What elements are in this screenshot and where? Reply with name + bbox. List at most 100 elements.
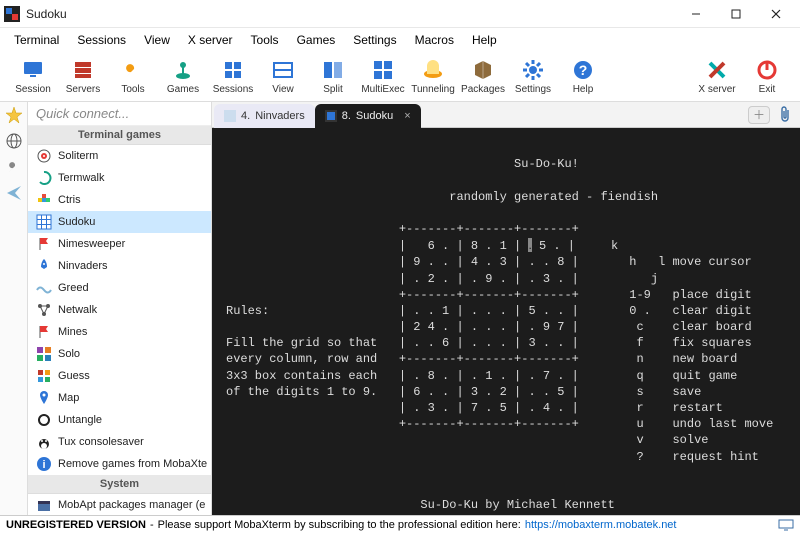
flag-icon: [36, 324, 52, 340]
menu-terminal[interactable]: Terminal: [6, 30, 67, 50]
sidebar-item-untangle[interactable]: Untangle: [28, 409, 211, 431]
sidebar-item-sudoku[interactable]: Sudoku: [28, 211, 211, 233]
sidebar-item-greed[interactable]: Greed: [28, 277, 211, 299]
toolbar-split[interactable]: Split: [308, 56, 358, 97]
toolbar-sessions[interactable]: Sessions: [208, 56, 258, 97]
toolbar-packages[interactable]: Packages: [458, 56, 508, 97]
toolbar-label: Tools: [121, 84, 144, 95]
status-monitor-icon[interactable]: [778, 519, 794, 531]
sidebar-item-solo[interactable]: Solo: [28, 343, 211, 365]
sidebar-item-label: Ctris: [58, 194, 81, 206]
toolbar-exit[interactable]: Exit: [742, 56, 792, 97]
sidebar-item-guess[interactable]: Guess: [28, 365, 211, 387]
toolbar-view[interactable]: View: [258, 56, 308, 97]
sidebar-item-label: Guess: [58, 370, 90, 382]
wave-icon: [36, 280, 52, 296]
status-link[interactable]: https://mobaxterm.mobatek.net: [525, 519, 677, 531]
window-title: Sudoku: [26, 7, 676, 21]
sidebar-item-ninvaders[interactable]: Ninvaders: [28, 255, 211, 277]
status-bar: UNREGISTERED VERSION - Please support Mo…: [0, 515, 800, 533]
toolbar-x-server[interactable]: X server: [692, 56, 742, 97]
sidebar-item-map[interactable]: Map: [28, 387, 211, 409]
menu-x-server[interactable]: X server: [180, 30, 241, 50]
minimize-button[interactable]: [676, 0, 716, 28]
wrench-icon[interactable]: [5, 158, 23, 176]
title-bar: Sudoku: [0, 0, 800, 28]
quick-connect-input[interactable]: Quick connect...: [28, 102, 211, 126]
tab-close-icon[interactable]: ×: [404, 110, 410, 122]
toolbar-tunneling[interactable]: Tunneling: [408, 56, 458, 97]
x-icon: [705, 58, 729, 82]
sidebar-item-remove-games-from-mobaxte[interactable]: iRemove games from MobaXte: [28, 453, 211, 475]
toolbar-label: Session: [15, 84, 51, 95]
star-icon[interactable]: [5, 106, 23, 124]
menu-games[interactable]: Games: [289, 30, 344, 50]
maximize-button[interactable]: [716, 0, 756, 28]
sidebar-item-label: Untangle: [58, 414, 102, 426]
menu-help[interactable]: Help: [464, 30, 505, 50]
sidebar-item-label: Soliterm: [58, 150, 98, 162]
sidebar-item-soliterm[interactable]: Soliterm: [28, 145, 211, 167]
sidebar-item-mines[interactable]: Mines: [28, 321, 211, 343]
tab-sudoku[interactable]: 8. Sudoku ×: [315, 104, 421, 128]
menu-sessions[interactable]: Sessions: [69, 30, 134, 50]
grid9-icon: [36, 214, 52, 230]
tab-ninvaders[interactable]: 4. Ninvaders: [214, 104, 315, 128]
toolbar-multiexec[interactable]: MultiExec: [358, 56, 408, 97]
toolbar-games[interactable]: Games: [158, 56, 208, 97]
globe-icon[interactable]: [5, 132, 23, 150]
info-icon: i: [36, 456, 52, 472]
toolbar-session[interactable]: Session: [8, 56, 58, 97]
menu-view[interactable]: View: [136, 30, 178, 50]
gear-icon: [521, 58, 545, 82]
new-tab-button[interactable]: ＋: [748, 106, 770, 124]
sidebar-item-ctris[interactable]: Ctris: [28, 189, 211, 211]
ring-icon: [36, 412, 52, 428]
tab-bar: 4. Ninvaders 8. Sudoku × ＋: [212, 102, 800, 128]
sidebar-item-mobapt-packages-manager-e[interactable]: MobApt packages manager (e: [28, 494, 211, 515]
toolbar-label: View: [272, 84, 294, 95]
sidebar-item-termwalk[interactable]: Termwalk: [28, 167, 211, 189]
tab-label: Sudoku: [356, 110, 393, 122]
monitor-icon: [21, 58, 45, 82]
toolbar-tools[interactable]: Tools: [108, 56, 158, 97]
svg-text:i: i: [42, 459, 45, 471]
category-system: System: [28, 475, 211, 494]
sidebar-item-label: Map: [58, 392, 79, 404]
sidebar-item-label: Solo: [58, 348, 80, 360]
status-text: Please support MobaXterm by subscribing …: [158, 519, 521, 531]
toolbar-servers[interactable]: Servers: [58, 56, 108, 97]
toolbar-label: Games: [167, 84, 199, 95]
tab-label: Ninvaders: [255, 110, 305, 122]
squares-icon: [36, 368, 52, 384]
close-button[interactable]: [756, 0, 796, 28]
pin-icon: [36, 390, 52, 406]
nodes-icon: [36, 302, 52, 318]
send-icon[interactable]: [5, 184, 23, 202]
sidebar-item-label: MobApt packages manager (e: [58, 499, 205, 511]
sidebar-item-label: Netwalk: [58, 304, 97, 316]
tunnel-icon: [421, 58, 445, 82]
sidebar-item-netwalk[interactable]: Netwalk: [28, 299, 211, 321]
toolbar-settings[interactable]: Settings: [508, 56, 558, 97]
split-icon: [321, 58, 345, 82]
sidebar-item-nimesweeper[interactable]: Nimesweeper: [28, 233, 211, 255]
rocket-icon: [36, 258, 52, 274]
menu-tools[interactable]: Tools: [243, 30, 287, 50]
menu-macros[interactable]: Macros: [407, 30, 462, 50]
sidebar-item-label: Mines: [58, 326, 87, 338]
left-tool-strip: [0, 102, 28, 515]
sidebar-item-tux-consolesaver[interactable]: Tux consolesaver: [28, 431, 211, 453]
sidebar-item-label: Tux consolesaver: [58, 436, 144, 448]
toolbar-label: Servers: [66, 84, 100, 95]
servers-icon: [71, 58, 95, 82]
terminal-output[interactable]: Su-Do-Ku! randomly generated - fiendish …: [212, 128, 800, 515]
sidebar-item-label: Ninvaders: [58, 260, 108, 272]
toolbar-label: Tunneling: [411, 84, 455, 95]
toolbar-label: Sessions: [213, 84, 254, 95]
sidebar-item-label: Nimesweeper: [58, 238, 125, 250]
paperclip-icon[interactable]: [778, 106, 796, 124]
toolbar-help[interactable]: ?Help: [558, 56, 608, 97]
mosaic-icon: [36, 346, 52, 362]
menu-settings[interactable]: Settings: [345, 30, 404, 50]
